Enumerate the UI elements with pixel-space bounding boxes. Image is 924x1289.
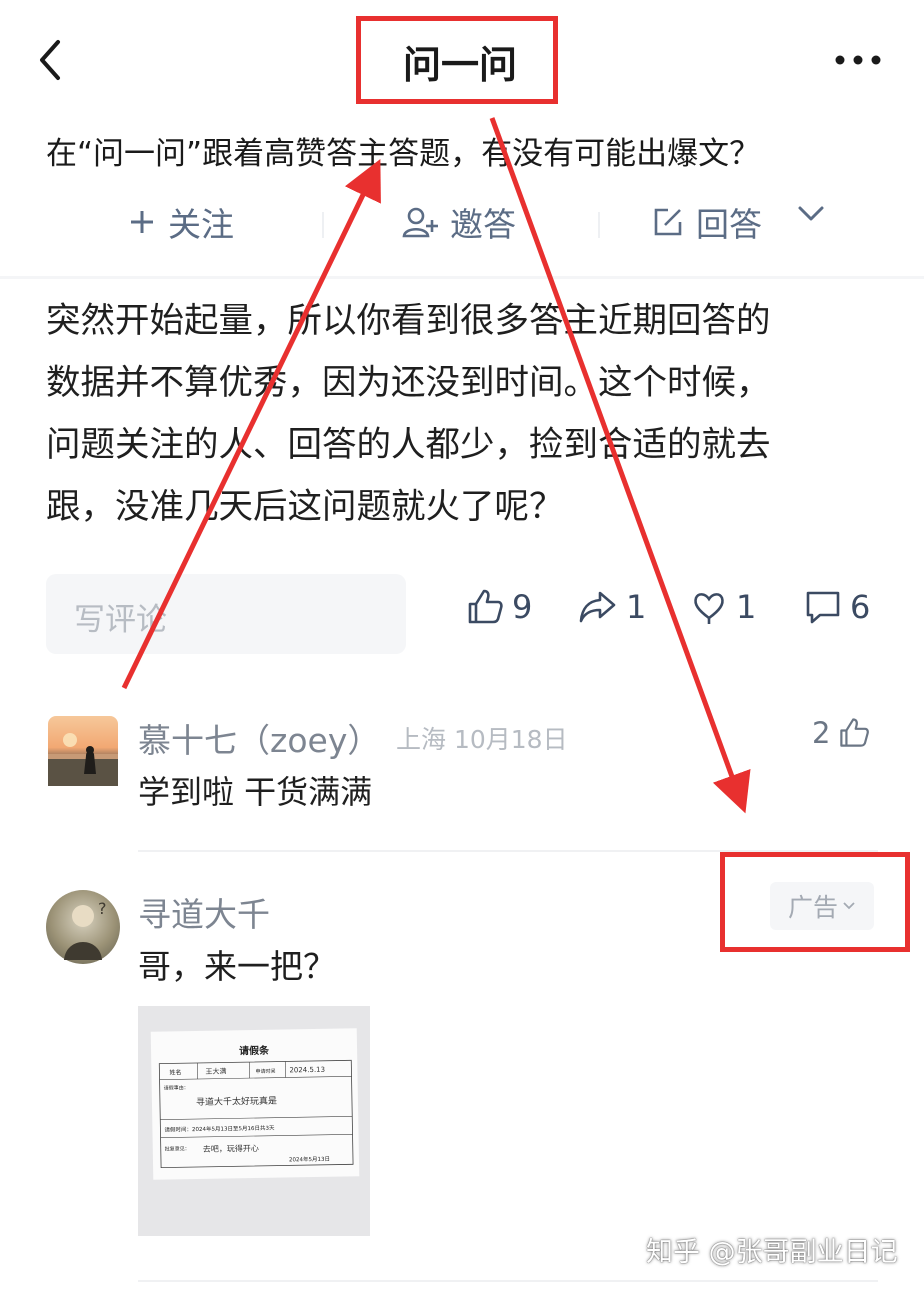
comment-placeholder: 写评论 (74, 602, 167, 638)
note-reason-label: 请假事由： (164, 1084, 189, 1091)
answer-button[interactable]: 回答 (652, 198, 762, 246)
comment-date: 10月18日 (453, 725, 568, 754)
action-separator (598, 212, 600, 238)
comment-attached-image[interactable]: 请假条 姓名 王大满 申请时间 2024.5.13 请假事由： 寻道大千太好玩真… (138, 1006, 370, 1236)
note-time-label: 申请时间 (255, 1068, 275, 1075)
expand-button[interactable] (796, 204, 826, 224)
note-approval-label: 批复意见： (165, 1145, 190, 1152)
share-button[interactable]: 1 (578, 588, 646, 626)
comment-location: 上海 (396, 725, 447, 754)
thumbs-up-icon (840, 718, 870, 747)
note-approval-value: 去吧，玩得开心 (203, 1143, 259, 1154)
answer-line: 数据并不算优秀，因为还没到时间。这个时候， (46, 363, 771, 403)
chevron-down-icon (798, 206, 824, 221)
highlight-box-ad (720, 852, 910, 952)
avatar-illustration: ? (64, 899, 107, 960)
more-icon (835, 55, 881, 65)
note-name-value: 王大满 (205, 1066, 226, 1075)
watermark: 知乎 @张哥副业日记 (646, 1237, 898, 1268)
like-count: 9 (512, 588, 533, 626)
heart-hand-icon (694, 593, 724, 624)
divider (138, 1280, 878, 1282)
comment-like-count: 2 (812, 716, 831, 750)
edit-icon (654, 208, 682, 236)
share-icon (579, 591, 616, 623)
comment-meta: 上海 10月18日 (396, 720, 568, 756)
highlight-box-title (356, 16, 558, 104)
action-separator (322, 212, 324, 238)
comment-author[interactable]: 慕十七（zoey） (138, 714, 380, 762)
invite-user-icon (402, 207, 438, 238)
invite-label: 邀答 (450, 205, 516, 244)
svg-text:?: ? (98, 899, 107, 918)
share-count: 1 (626, 588, 647, 626)
answer-label: 回答 (696, 205, 762, 244)
avatar[interactable]: ? (46, 890, 120, 964)
comment-text: 哥，来一把？ (138, 947, 336, 986)
answer-line: 跟，没准几天后这问题就火了呢？ (46, 487, 564, 527)
question-title[interactable]: 在“问一问”跟着高赞答主答题，有没有可能出爆文？ (46, 128, 760, 173)
avatar-photo (48, 733, 118, 786)
comment-author[interactable]: 寻道大千 (138, 888, 270, 936)
note-name-label: 姓名 (169, 1068, 181, 1076)
back-button[interactable] (32, 38, 72, 82)
follow-button[interactable]: 关注 (128, 198, 234, 246)
favorite-count: 1 (736, 588, 757, 626)
follow-label: 关注 (168, 205, 234, 244)
comment-input[interactable]: 写评论 (46, 574, 406, 654)
thumbs-up-icon (468, 589, 503, 624)
answer-content: 突然开始起量，所以你看到很多答主近期回答的 数据并不算优秀，因为还没到时间。这个… (46, 290, 886, 538)
favorite-button[interactable]: 1 (690, 588, 756, 626)
comment-bubble-icon (806, 591, 840, 624)
leave-note-photo: 请假条 姓名 王大满 申请时间 2024.5.13 请假事由： 寻道大千太好玩真… (138, 1006, 370, 1236)
comment-like-button[interactable]: 2 (812, 716, 870, 750)
answer-line: 突然开始起量，所以你看到很多答主近期回答的 (46, 301, 771, 341)
comment-count: 6 (850, 588, 871, 626)
invite-button[interactable]: 邀答 (402, 198, 516, 246)
more-button[interactable] (830, 48, 886, 72)
plus-icon (131, 211, 153, 233)
answer-line: 问题关注的人、回答的人都少，捡到合适的就去 (46, 425, 771, 465)
comment-text: 学到啦 干货满满 (138, 773, 373, 811)
note-heading: 请假条 (239, 1044, 270, 1058)
chevron-left-icon (40, 40, 60, 80)
like-button[interactable]: 9 (466, 588, 532, 626)
divider (0, 276, 924, 279)
note-time-value: 2024.5.13 (289, 1066, 325, 1075)
avatar[interactable] (48, 716, 118, 786)
comment-button[interactable]: 6 (804, 588, 870, 626)
